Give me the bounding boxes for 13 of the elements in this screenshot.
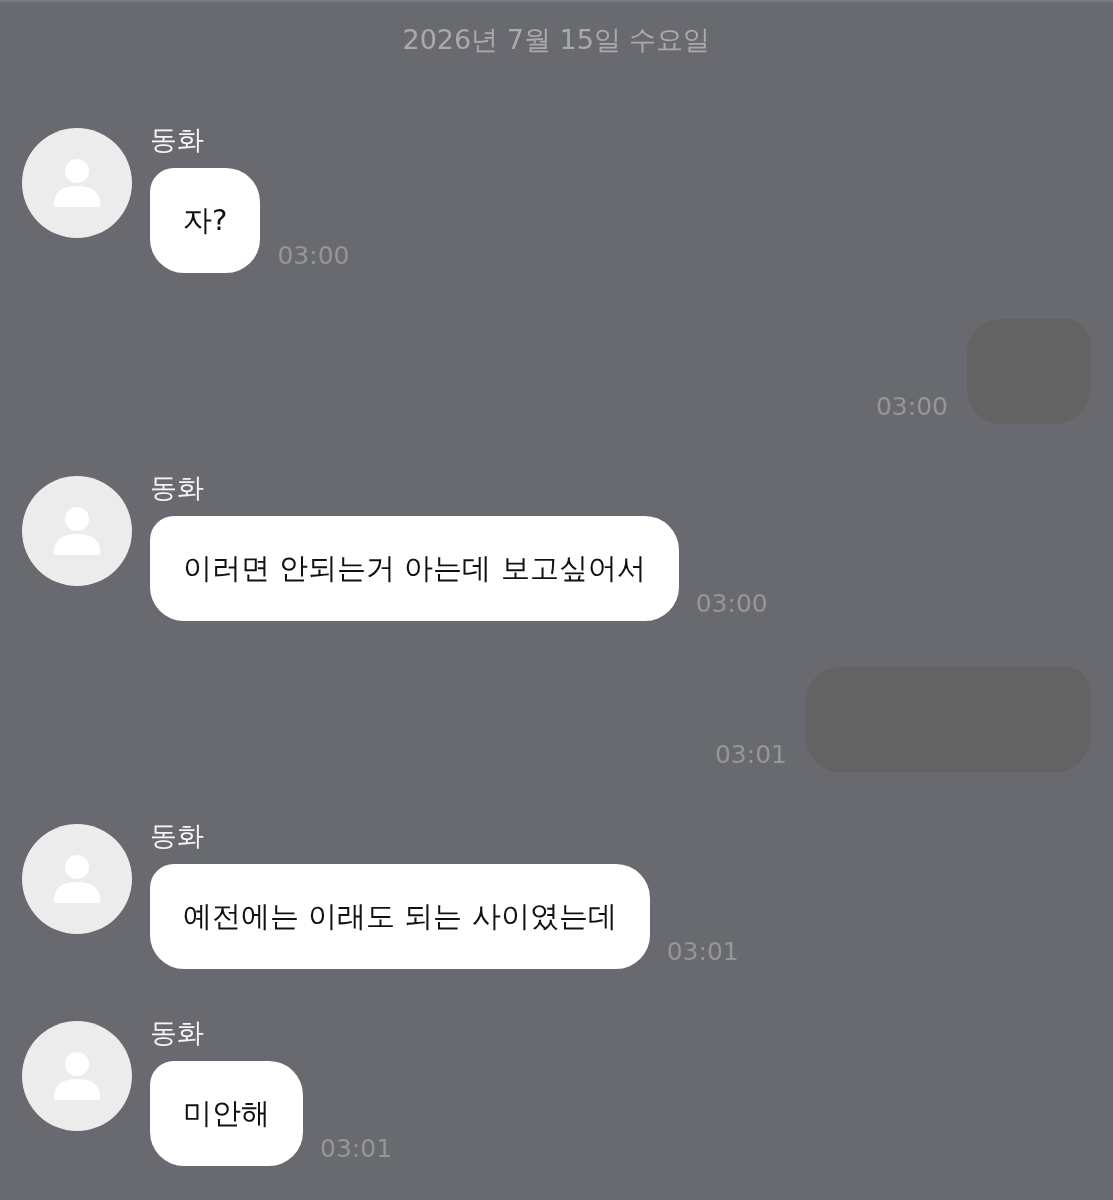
avatar-icon[interactable] xyxy=(22,824,132,934)
sender-name: 동화 xyxy=(150,819,204,853)
message-bubble: 예전에는 이래도 되는 사이였는데 xyxy=(150,864,650,969)
sender-name: 동화 xyxy=(150,1016,204,1050)
message-bubble: 자? xyxy=(150,168,261,273)
date-header: 2026년 7월 15일 수요일 xyxy=(402,23,711,57)
avatar-icon[interactable] xyxy=(22,1021,132,1131)
message-bubble: 미안해 xyxy=(150,1061,303,1166)
sender-name: 동화 xyxy=(150,471,204,505)
avatar-icon[interactable] xyxy=(22,476,132,586)
avatar-icon[interactable] xyxy=(22,128,132,238)
message-bubble: 이러면 안되는거 아는데 보고싶어서 xyxy=(150,516,679,621)
sender-name: 동화 xyxy=(150,123,204,157)
